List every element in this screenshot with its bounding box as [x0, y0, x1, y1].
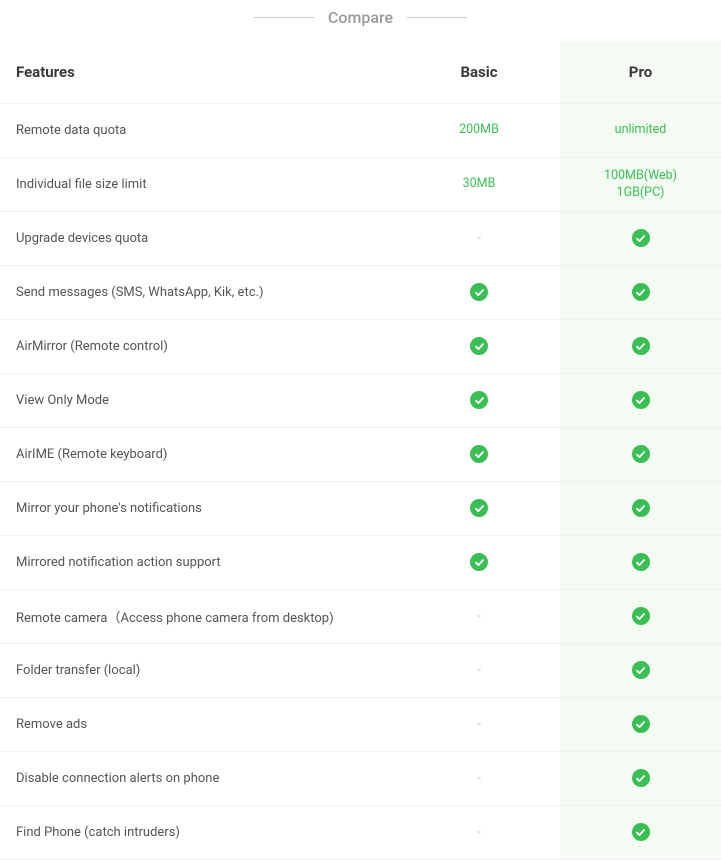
pro-cell	[560, 536, 721, 590]
table-row: Folder transfer (local) -	[0, 644, 721, 698]
pro-cell: 100MB(Web) 1GB(PC)	[560, 158, 721, 212]
check-icon	[632, 661, 650, 679]
check-icon	[632, 715, 650, 733]
check-icon	[632, 607, 650, 625]
basic-cell	[398, 536, 560, 590]
pro-cell	[560, 320, 721, 374]
check-icon	[632, 769, 650, 787]
basic-cell: -	[398, 644, 560, 698]
cell-dash: -	[477, 609, 481, 624]
cell-dash: -	[477, 771, 481, 786]
pro-cell	[560, 698, 721, 752]
cell-text: unlimited	[615, 122, 667, 137]
cell-text: 30MB	[463, 176, 496, 191]
cell-text: 100MB(Web) 1GB(PC)	[604, 168, 677, 199]
table-row: Remote data quota 200MB unlimited	[0, 104, 721, 158]
compare-title: Compare	[314, 8, 407, 27]
check-icon	[632, 337, 650, 355]
basic-cell: -	[398, 212, 560, 266]
pro-cell	[560, 644, 721, 698]
feature-name: Send messages (SMS, WhatsApp, Kik, etc.)	[0, 266, 398, 320]
table-row: Upgrade devices quota -	[0, 212, 721, 266]
table-row: Find Phone (catch intruders) -	[0, 806, 721, 860]
check-icon	[470, 391, 488, 409]
table-row: AirMirror (Remote control)	[0, 320, 721, 374]
basic-cell	[398, 266, 560, 320]
cell-dash: -	[477, 231, 481, 246]
column-header-pro: Pro	[560, 41, 721, 104]
feature-name: Mirrored notification action support	[0, 536, 398, 590]
check-icon	[632, 499, 650, 517]
feature-name: AirIME (Remote keyboard)	[0, 428, 398, 482]
check-icon	[470, 445, 488, 463]
divider-right	[407, 17, 467, 18]
basic-cell: 30MB	[398, 158, 560, 212]
pro-cell	[560, 590, 721, 644]
basic-cell: -	[398, 590, 560, 644]
column-header-features: Features	[0, 41, 398, 104]
check-icon	[632, 445, 650, 463]
basic-cell	[398, 428, 560, 482]
table-row: Remote camera（Access phone camera from d…	[0, 590, 721, 644]
pro-cell	[560, 266, 721, 320]
feature-name: Remote camera（Access phone camera from d…	[0, 590, 398, 644]
pro-cell	[560, 752, 721, 806]
feature-name: Remove ads	[0, 698, 398, 752]
check-icon	[470, 283, 488, 301]
check-icon	[470, 499, 488, 517]
column-header-basic: Basic	[398, 41, 560, 104]
basic-cell	[398, 374, 560, 428]
divider-left	[254, 17, 314, 18]
cell-dash: -	[477, 717, 481, 732]
basic-cell: -	[398, 752, 560, 806]
table-row: Individual file size limit 30MB 100MB(Web)…	[0, 158, 721, 212]
basic-cell: -	[398, 806, 560, 860]
feature-name: Upgrade devices quota	[0, 212, 398, 266]
table-header-row: Features Basic Pro	[0, 41, 721, 104]
table-row: Remove ads -	[0, 698, 721, 752]
feature-name: AirMirror (Remote control)	[0, 320, 398, 374]
table-row: Disable connection alerts on phone -	[0, 752, 721, 806]
feature-name: Remote data quota	[0, 104, 398, 158]
pro-cell	[560, 374, 721, 428]
basic-cell	[398, 482, 560, 536]
pro-cell	[560, 482, 721, 536]
cell-text: 200MB	[459, 122, 499, 137]
table-row: AirIME (Remote keyboard)	[0, 428, 721, 482]
basic-cell: 200MB	[398, 104, 560, 158]
basic-cell	[398, 320, 560, 374]
feature-name: Disable connection alerts on phone	[0, 752, 398, 806]
feature-name: Folder transfer (local)	[0, 644, 398, 698]
feature-name: Mirror your phone's notifications	[0, 482, 398, 536]
check-icon	[632, 229, 650, 247]
feature-name: Find Phone (catch intruders)	[0, 806, 398, 860]
cell-dash: -	[477, 825, 481, 840]
comparison-table: Features Basic Pro Remote data quota 200M…	[0, 41, 721, 860]
basic-cell: -	[398, 698, 560, 752]
check-icon	[470, 337, 488, 355]
compare-header: Compare	[0, 0, 721, 41]
check-icon	[470, 553, 488, 571]
table-row: Send messages (SMS, WhatsApp, Kik, etc.)	[0, 266, 721, 320]
check-icon	[632, 283, 650, 301]
table-row: Mirror your phone's notifications	[0, 482, 721, 536]
check-icon	[632, 553, 650, 571]
pro-cell	[560, 428, 721, 482]
pro-cell: unlimited	[560, 104, 721, 158]
feature-name: View Only Mode	[0, 374, 398, 428]
table-row: Mirrored notification action support	[0, 536, 721, 590]
check-icon	[632, 391, 650, 409]
feature-name: Individual file size limit	[0, 158, 398, 212]
table-row: View Only Mode	[0, 374, 721, 428]
pro-cell	[560, 212, 721, 266]
check-icon	[632, 823, 650, 841]
pro-cell	[560, 806, 721, 860]
cell-dash: -	[477, 663, 481, 678]
